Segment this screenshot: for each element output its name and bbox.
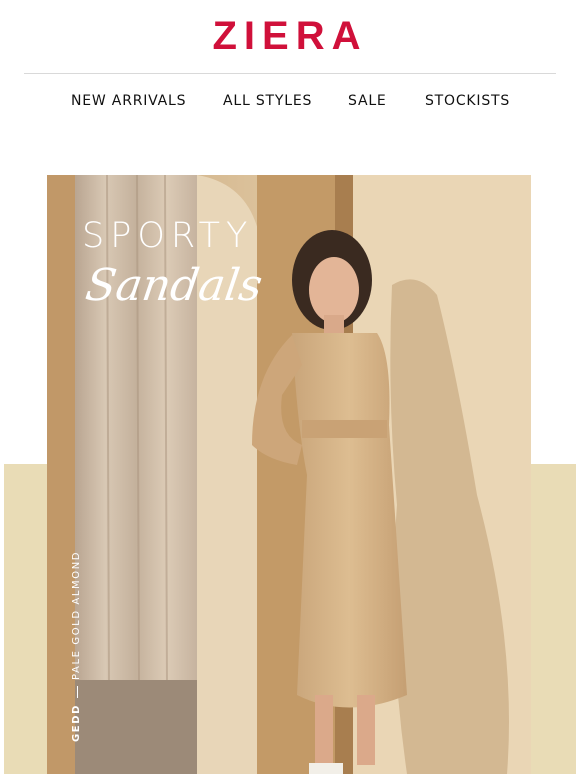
header-divider [24,73,556,74]
main-nav: NEW ARRIVALS ALL STYLES SALE STOCKISTS [0,91,580,111]
hero-script-headline: Sandals [82,260,266,311]
caption-model: GEDD [71,703,82,742]
caption-color: PALE GOLD ALMOND [71,550,82,680]
brand-logo[interactable]: ZIERA [0,14,580,58]
nav-sale[interactable]: SALE [348,91,387,111]
product-caption: GEDD PALE GOLD ALMOND [70,551,84,742]
email-page: ZIERA NEW ARRIVALS ALL STYLES SALE STOCK… [0,0,580,774]
caption-separator [76,685,78,698]
nav-new-arrivals[interactable]: NEW ARRIVALS [71,91,186,111]
rug [75,680,205,774]
hero-headline: SPORTY [82,216,254,256]
nav-all-styles[interactable]: ALL STYLES [223,91,312,111]
nav-stockists[interactable]: STOCKISTS [425,91,510,111]
